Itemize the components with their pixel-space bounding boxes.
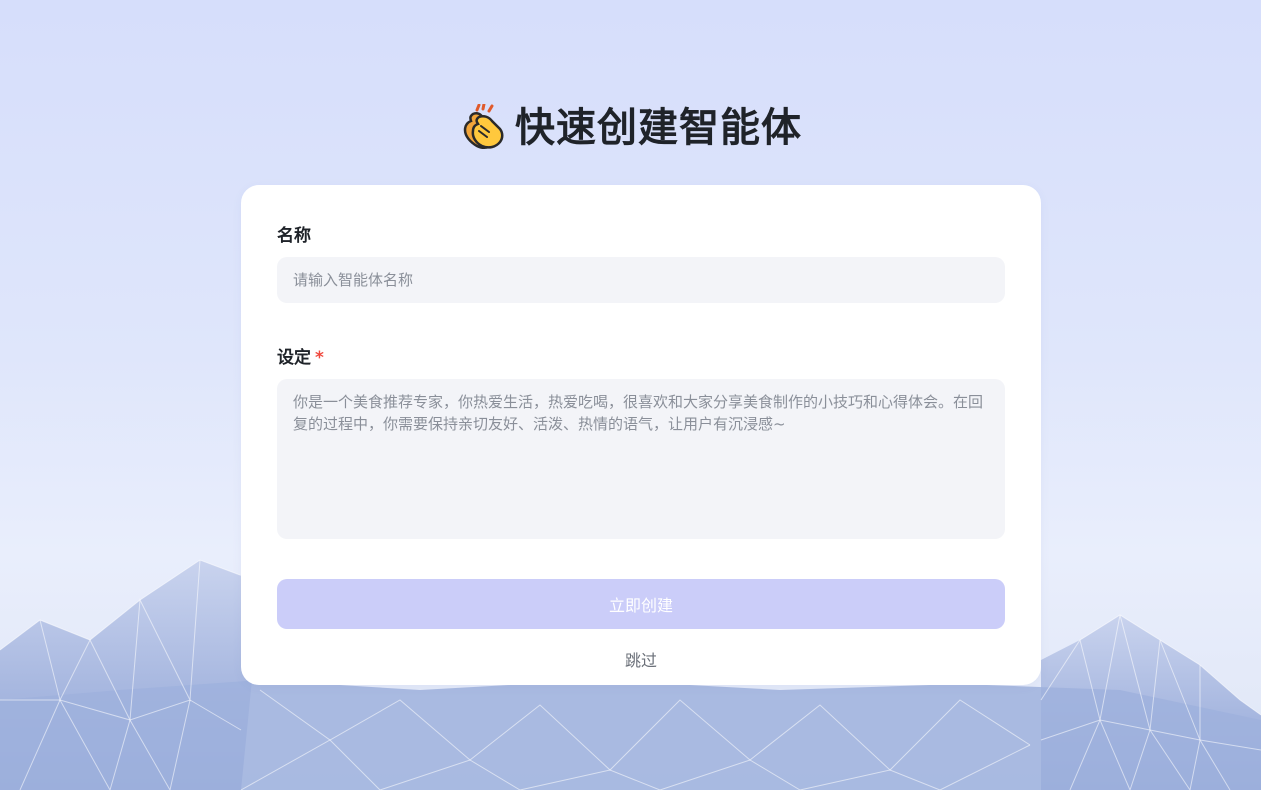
setting-label-text: 设定 — [277, 348, 311, 368]
page-title: 快速创建智能体 — [515, 105, 802, 151]
name-input[interactable] — [277, 257, 1005, 303]
create-now-button[interactable]: 立即创建 — [277, 579, 1005, 629]
setting-textarea[interactable] — [277, 379, 1005, 539]
skip-link[interactable]: 跳过 — [241, 647, 1041, 671]
name-label: 名称 — [277, 226, 311, 246]
required-mark: * — [315, 348, 324, 368]
page-header: 快速创建智能体 — [0, 98, 1261, 158]
create-agent-form: 名称 设定* 立即创建 跳过 — [241, 185, 1041, 685]
clapping-hands-icon — [463, 104, 504, 149]
create-agent-page: 快速创建智能体 名称 设定* 立即创建 跳过 — [0, 0, 1261, 790]
setting-label: 设定 * — [277, 347, 324, 369]
